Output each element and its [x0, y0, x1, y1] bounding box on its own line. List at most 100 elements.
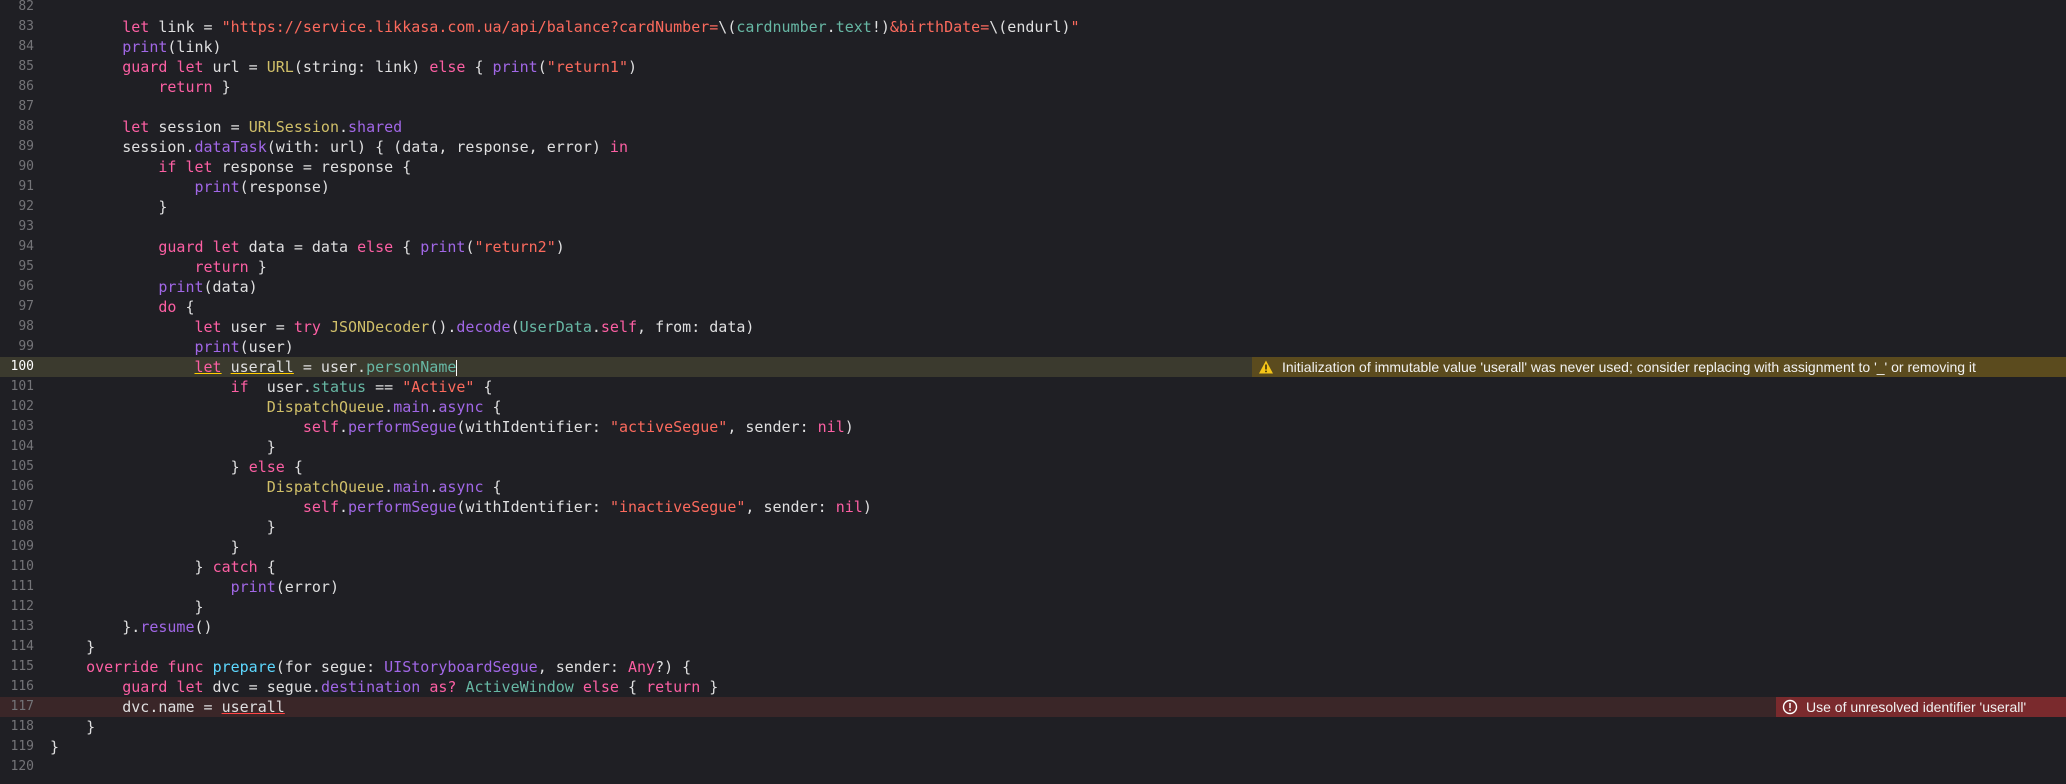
line-number[interactable]: 90 — [0, 157, 34, 177]
code-line[interactable]: 97 do { — [0, 297, 2066, 317]
code-line[interactable]: 105 } else { — [0, 457, 2066, 477]
line-number[interactable]: 88 — [0, 117, 34, 137]
code-text[interactable]: print(error) — [50, 577, 339, 597]
line-number[interactable]: 85 — [0, 57, 34, 77]
code-line[interactable]: 89 session.dataTask(with: url) { (data, … — [0, 137, 2066, 157]
code-text[interactable]: dvc.name = userall — [50, 697, 285, 717]
line-number[interactable]: 100 — [0, 357, 34, 377]
code-text[interactable]: } — [50, 517, 276, 537]
code-text[interactable]: } — [50, 717, 95, 737]
code-text[interactable]: }.resume() — [50, 617, 212, 637]
line-number[interactable]: 114 — [0, 637, 34, 657]
code-text[interactable]: let link = "https://service.likkasa.com.… — [50, 17, 1079, 37]
line-number[interactable]: 102 — [0, 397, 34, 417]
line-number[interactable]: 86 — [0, 77, 34, 97]
line-number[interactable]: 92 — [0, 197, 34, 217]
code-text[interactable]: if user.status == "Active" { — [50, 377, 493, 397]
line-number[interactable]: 106 — [0, 477, 34, 497]
line-number[interactable]: 96 — [0, 277, 34, 297]
code-text[interactable]: print(response) — [50, 177, 330, 197]
line-number[interactable]: 110 — [0, 557, 34, 577]
line-number[interactable]: 83 — [0, 17, 34, 37]
code-line[interactable]: 93 — [0, 217, 2066, 237]
code-line[interactable]: 83 let link = "https://service.likkasa.c… — [0, 17, 2066, 37]
line-number[interactable]: 91 — [0, 177, 34, 197]
code-text[interactable]: guard let dvc = segue.destination as? Ac… — [50, 677, 718, 697]
code-line[interactable]: 111 print(error) — [0, 577, 2066, 597]
code-text[interactable]: let userall = user.personName — [50, 357, 458, 377]
line-number[interactable]: 97 — [0, 297, 34, 317]
code-text[interactable]: } — [50, 197, 167, 217]
code-text[interactable]: DispatchQueue.main.async { — [50, 397, 502, 417]
code-line[interactable]: 98 let user = try JSONDecoder().decode(U… — [0, 317, 2066, 337]
code-line[interactable]: 94 guard let data = data else { print("r… — [0, 237, 2066, 257]
code-text[interactable]: print(link) — [50, 37, 221, 57]
code-text[interactable]: } — [50, 597, 203, 617]
code-line[interactable]: 101 if user.status == "Active" { — [0, 377, 2066, 397]
line-number[interactable]: 82 — [0, 0, 34, 17]
code-text[interactable]: } — [50, 537, 240, 557]
code-line[interactable]: 112 } — [0, 597, 2066, 617]
line-number[interactable]: 117 — [0, 697, 34, 717]
code-line[interactable]: 84 print(link) — [0, 37, 2066, 57]
code-text[interactable]: override func prepare(for segue: UIStory… — [50, 657, 691, 677]
warning-triangle-icon[interactable] — [1258, 359, 1274, 375]
code-editor[interactable]: 82 83 let link = "https://service.likkasa… — [0, 0, 2066, 781]
line-number[interactable]: 105 — [0, 457, 34, 477]
code-line[interactable]: 85 guard let url = URL(string: link) els… — [0, 57, 2066, 77]
line-number[interactable]: 98 — [0, 317, 34, 337]
line-number[interactable]: 119 — [0, 737, 34, 757]
line-number[interactable]: 120 — [0, 757, 34, 777]
line-number[interactable]: 84 — [0, 37, 34, 57]
code-line[interactable]: 117 dvc.name = userall Use of unresolved … — [0, 697, 2066, 717]
code-text[interactable]: return } — [50, 77, 230, 97]
line-number[interactable]: 111 — [0, 577, 34, 597]
line-number[interactable]: 109 — [0, 537, 34, 557]
code-text[interactable]: guard let data = data else { print("retu… — [50, 237, 564, 257]
line-number[interactable]: 113 — [0, 617, 34, 637]
code-text[interactable]: } else { — [50, 457, 303, 477]
code-line[interactable]: 88 let session = URLSession.shared — [0, 117, 2066, 137]
code-line[interactable]: 82 — [0, 0, 2066, 17]
code-text[interactable]: print(user) — [50, 337, 294, 357]
code-line[interactable]: 109 } — [0, 537, 2066, 557]
line-number[interactable]: 99 — [0, 337, 34, 357]
line-number[interactable]: 95 — [0, 257, 34, 277]
error-banner[interactable]: Use of unresolved identifier 'userall' — [1776, 697, 2066, 717]
code-line[interactable]: 96 print(data) — [0, 277, 2066, 297]
code-line[interactable]: 115 override func prepare(for segue: UIS… — [0, 657, 2066, 677]
code-text[interactable]: } — [50, 637, 95, 657]
code-line[interactable]: 113 }.resume() — [0, 617, 2066, 637]
line-number[interactable]: 93 — [0, 217, 34, 237]
code-text[interactable]: DispatchQueue.main.async { — [50, 477, 502, 497]
code-line[interactable]: 119} — [0, 737, 2066, 757]
code-line[interactable]: 95 return } — [0, 257, 2066, 277]
line-number[interactable]: 89 — [0, 137, 34, 157]
code-line[interactable]: 104 } — [0, 437, 2066, 457]
code-text[interactable]: self.performSegue(withIdentifier: "activ… — [50, 417, 854, 437]
line-number[interactable]: 112 — [0, 597, 34, 617]
code-text[interactable]: let session = URLSession.shared — [50, 117, 402, 137]
code-line[interactable]: 90 if let response = response { — [0, 157, 2066, 177]
code-line[interactable]: 91 print(response) — [0, 177, 2066, 197]
code-text[interactable]: if let response = response { — [50, 157, 411, 177]
code-line[interactable]: 92 } — [0, 197, 2066, 217]
code-line[interactable]: 106 DispatchQueue.main.async { — [0, 477, 2066, 497]
code-text[interactable]: return } — [50, 257, 267, 277]
code-text[interactable]: print(data) — [50, 277, 257, 297]
warning-banner[interactable]: Initialization of immutable value 'usera… — [1252, 357, 2066, 377]
code-text[interactable]: guard let url = URL(string: link) else {… — [50, 57, 637, 77]
code-line[interactable]: 100 let userall = user.personName Initial… — [0, 357, 2066, 377]
line-number[interactable]: 87 — [0, 97, 34, 117]
line-number[interactable]: 103 — [0, 417, 34, 437]
code-text[interactable]: do { — [50, 297, 194, 317]
line-number[interactable]: 116 — [0, 677, 34, 697]
code-line[interactable]: 118 } — [0, 717, 2066, 737]
code-line[interactable]: 99 print(user) — [0, 337, 2066, 357]
line-number[interactable]: 107 — [0, 497, 34, 517]
code-line[interactable]: 120 — [0, 757, 2066, 777]
line-number[interactable]: 118 — [0, 717, 34, 737]
code-line[interactable]: 110 } catch { — [0, 557, 2066, 577]
line-number[interactable]: 94 — [0, 237, 34, 257]
code-text[interactable]: } catch { — [50, 557, 275, 577]
